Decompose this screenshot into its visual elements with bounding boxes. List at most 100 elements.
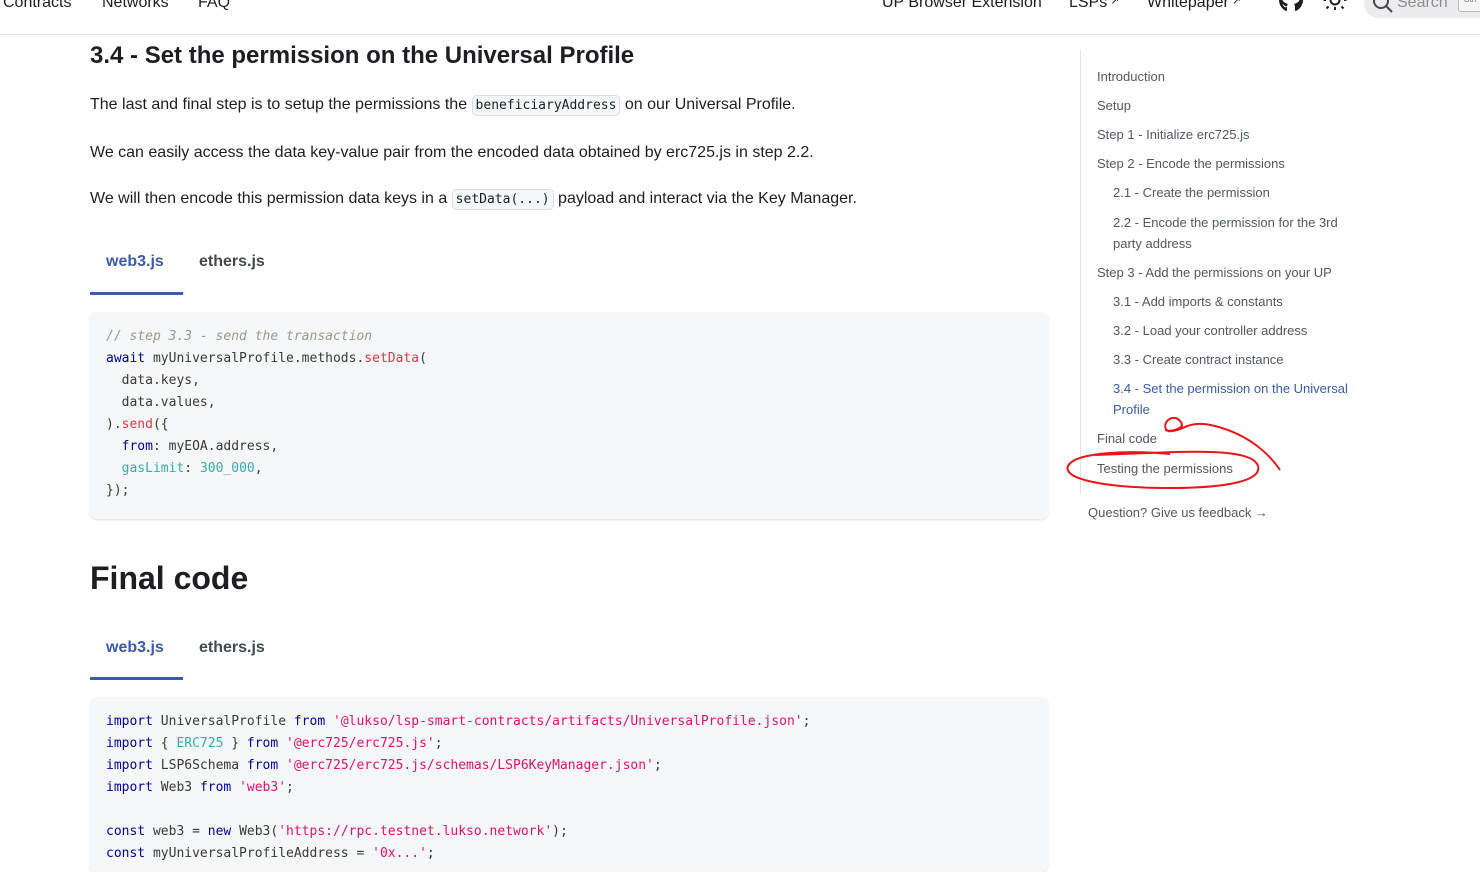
code-token: LSP6Schema xyxy=(152,758,247,773)
nav-link-lsps-label: LSPs xyxy=(1069,0,1108,11)
code-token: await xyxy=(106,351,146,366)
code-token: ERC725 xyxy=(176,736,224,751)
code-token: 'https://rpc.testnet.lukso.network' xyxy=(278,824,553,839)
code-token: ). xyxy=(106,417,122,432)
toc-item-3-4-active[interactable]: 3.4 - Set the permission on the Universa… xyxy=(1113,378,1368,420)
code-token: send xyxy=(121,417,153,432)
toc-item-setup[interactable]: Setup xyxy=(1097,95,1357,116)
toc-item-step-2[interactable]: Step 2 - Encode the permissions xyxy=(1097,153,1357,174)
code-token: import xyxy=(106,780,153,795)
code-token: from xyxy=(121,439,153,454)
toc-item-step-3[interactable]: Step 3 - Add the permissions on your UP xyxy=(1097,262,1367,283)
code-token: Web3 xyxy=(152,780,200,795)
inline-code-setdata: setData(...) xyxy=(451,189,554,210)
code-token: '@erc725/erc725.js/schemas/LSP6KeyManage… xyxy=(286,758,654,773)
tab-web3js[interactable]: web3.js xyxy=(106,253,164,271)
code-token: data.values, xyxy=(106,395,216,410)
code-token: myUniversalProfileAddress = xyxy=(145,846,373,861)
code-token: from xyxy=(293,714,326,729)
code-token: 'web3' xyxy=(239,780,287,795)
toc-item-2-1[interactable]: 2.1 - Create the permission xyxy=(1113,182,1363,203)
code-token: from xyxy=(246,758,279,773)
search-shortcut-key: Ctrl xyxy=(1458,0,1480,12)
code-token: setData xyxy=(364,351,420,366)
nav-link-whitepaper[interactable]: Whitepaper ↗ xyxy=(1147,0,1241,12)
code-token: ); xyxy=(552,824,568,839)
external-link-icon: ↗ xyxy=(1231,0,1242,7)
nav-link-whitepaper-label: Whitepaper xyxy=(1147,0,1229,11)
code-line: const web3 = new Web3('https://rpc.testn… xyxy=(106,824,568,839)
code-line: gasLimit: 300_000, xyxy=(106,461,263,476)
code-token: import xyxy=(106,758,153,773)
paragraph-text: The last and final step is to setup the … xyxy=(90,96,472,113)
code-token: 300_000 xyxy=(199,461,255,476)
toc-item-final-code[interactable]: Final code xyxy=(1097,428,1357,449)
toc-item-step-1[interactable]: Step 1 - Initialize erc725.js xyxy=(1097,124,1357,145)
code-token: ; xyxy=(286,780,294,795)
code-token: new xyxy=(207,824,232,839)
nav-link-contracts[interactable]: Contracts xyxy=(3,0,71,12)
code-token: myUniversalProfile.methods. xyxy=(145,351,365,366)
code-line: import LSP6Schema from '@erc725/erc725.j… xyxy=(106,758,662,773)
code-token: UniversalProfile xyxy=(152,714,294,729)
toc-item-3-2[interactable]: 3.2 - Load your controller address xyxy=(1113,320,1363,341)
sun-theme-toggle-icon[interactable] xyxy=(1323,0,1347,16)
code-block-send-transaction: // step 3.3 - send the transaction await … xyxy=(90,312,1048,519)
code-token: ; xyxy=(426,846,435,861)
code-line: await myUniversalProfile.methods.setData… xyxy=(106,351,427,366)
code-token: ; xyxy=(802,714,811,729)
code-token: gasLimit xyxy=(121,461,185,476)
toc-item-introduction[interactable]: Introduction xyxy=(1097,66,1357,87)
toc-item-testing-permissions[interactable]: Testing the permissions xyxy=(1097,458,1357,479)
tab-web3js[interactable]: web3.js xyxy=(106,639,164,657)
search-placeholder: Search xyxy=(1397,0,1448,11)
code-line: // step 3.3 - send the transaction xyxy=(106,329,372,344)
code-token: from xyxy=(199,780,232,795)
code-token: : myEOA.address, xyxy=(152,439,279,454)
paragraph-text: payload and interact via the Key Manager… xyxy=(553,190,857,207)
code-token: ; xyxy=(653,758,662,773)
tab-ethersjs[interactable]: ethers.js xyxy=(199,639,265,657)
final-code-heading: Final code xyxy=(90,560,249,596)
code-token: '0x...' xyxy=(372,846,427,861)
code-token: ( xyxy=(419,351,427,366)
code-token: import xyxy=(106,736,153,751)
toc-item-2-2[interactable]: 2.2 - Encode the permission for the 3rd … xyxy=(1113,212,1363,254)
inline-code-beneficiary: beneficiaryAddress xyxy=(471,95,621,116)
nav-link-faq[interactable]: FAQ xyxy=(198,0,230,12)
top-navbar: Contracts Networks FAQ UP Browser Extens… xyxy=(0,0,1480,35)
code-token: : xyxy=(184,461,200,476)
code-token: from xyxy=(246,736,279,751)
feedback-link[interactable]: Question? Give us feedback → xyxy=(1088,505,1268,520)
nav-link-up-browser-extension[interactable]: UP Browser Extension xyxy=(882,0,1042,12)
code-token: ; xyxy=(434,736,443,751)
search-icon xyxy=(1373,0,1393,13)
code-token: Web3( xyxy=(231,824,279,839)
code-line: data.keys, xyxy=(106,373,200,388)
active-tab-indicator xyxy=(90,677,183,680)
nav-link-networks[interactable]: Networks xyxy=(102,0,169,12)
code-token: '@lukso/lsp-smart-contracts/artifacts/Un… xyxy=(333,714,803,729)
code-line: const myUniversalProfileAddress = '0x...… xyxy=(106,846,435,861)
external-link-icon: ↗ xyxy=(1110,0,1120,7)
paragraph-data-key: We can easily access the data key-value … xyxy=(90,144,814,161)
github-icon[interactable] xyxy=(1278,0,1304,14)
tab-ethersjs[interactable]: ethers.js xyxy=(199,253,265,271)
code-line: data.values, xyxy=(106,395,216,410)
code-line: }); xyxy=(106,483,129,498)
table-of-contents: Introduction Setup Step 1 - Initialize e… xyxy=(1080,50,1381,494)
toc-item-3-1[interactable]: 3.1 - Add imports & constants xyxy=(1113,291,1363,312)
paragraph-text: on our Universal Profile. xyxy=(620,96,796,113)
nav-link-lsps[interactable]: LSPs ↗ xyxy=(1069,0,1119,12)
paragraph-text: We will then encode this permission data… xyxy=(90,190,452,207)
code-token: , xyxy=(254,461,263,476)
code-token: import xyxy=(106,714,153,729)
toc-item-3-3[interactable]: 3.3 - Create contract instance xyxy=(1113,349,1363,370)
code-line: ).send({ xyxy=(106,417,169,432)
code-token: }); xyxy=(106,483,130,498)
